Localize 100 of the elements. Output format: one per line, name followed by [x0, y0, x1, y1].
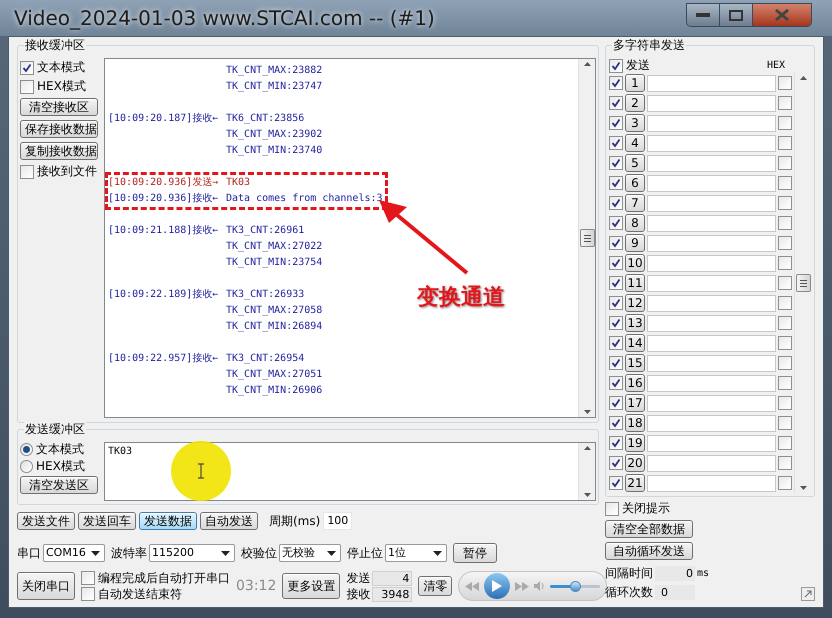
scroll-down-icon[interactable]: [800, 486, 806, 490]
string-field[interactable]: [647, 94, 776, 112]
row-send-button[interactable]: 10: [625, 254, 645, 272]
checkbox[interactable]: [778, 156, 792, 170]
interval-field[interactable]: 0: [655, 566, 695, 580]
scroll-up-icon[interactable]: [800, 76, 806, 80]
checkbox[interactable]: [20, 80, 34, 94]
more-settings-button[interactable]: 更多设置: [282, 573, 340, 599]
string-field[interactable]: [647, 134, 776, 152]
string-field[interactable]: [647, 434, 776, 452]
checkbox[interactable]: [778, 216, 792, 230]
checkbox[interactable]: [778, 356, 792, 370]
checkbox[interactable]: [778, 396, 792, 410]
checkbox[interactable]: [778, 336, 792, 350]
row-send-button[interactable]: 2: [625, 94, 645, 112]
checkbox[interactable]: [609, 336, 623, 350]
scrollbar[interactable]: [578, 59, 595, 417]
clear-counts-button[interactable]: 清零: [418, 576, 452, 596]
send-text-field[interactable]: TK03: [104, 442, 596, 501]
row-send-button[interactable]: 6: [625, 174, 645, 192]
checkbox[interactable]: [609, 476, 623, 490]
send-button[interactable]: 自动发送: [200, 512, 258, 530]
checkbox[interactable]: [778, 136, 792, 150]
checkbox[interactable]: [609, 236, 623, 250]
checkbox[interactable]: [609, 176, 623, 190]
scroll-up-icon[interactable]: [584, 446, 590, 450]
string-field[interactable]: [647, 214, 776, 232]
dropdown[interactable]: 1位: [385, 544, 447, 562]
dropdown[interactable]: 115200: [149, 544, 235, 562]
multi-button[interactable]: 自动循环发送: [605, 542, 693, 560]
row-send-button[interactable]: 7: [625, 194, 645, 212]
checkbox[interactable]: [778, 236, 792, 250]
row-send-button[interactable]: 5: [625, 154, 645, 172]
maximize-button[interactable]: [720, 4, 753, 26]
checkbox[interactable]: [609, 316, 623, 330]
scroll-up-icon[interactable]: [584, 62, 590, 66]
string-field[interactable]: [647, 334, 776, 352]
play-button[interactable]: [484, 573, 510, 599]
scrollbar[interactable]: [794, 73, 811, 493]
row-send-button[interactable]: 3: [625, 114, 645, 132]
checkbox[interactable]: [609, 76, 623, 90]
dropdown[interactable]: COM16: [43, 544, 105, 562]
checkbox[interactable]: [778, 456, 792, 470]
string-field[interactable]: [647, 354, 776, 372]
string-field[interactable]: [647, 394, 776, 412]
checkbox[interactable]: [778, 96, 792, 110]
checkbox[interactable]: [778, 196, 792, 210]
row-send-button[interactable]: 8: [625, 214, 645, 232]
radio-button[interactable]: [20, 443, 33, 456]
send-button[interactable]: 发送数据: [139, 512, 197, 530]
checkbox[interactable]: [81, 587, 95, 601]
receive-button[interactable]: 清空接收区: [20, 98, 98, 116]
checkbox[interactable]: [778, 296, 792, 310]
string-field[interactable]: [647, 254, 776, 272]
checkbox[interactable]: [778, 436, 792, 450]
string-field[interactable]: [647, 174, 776, 192]
checkbox[interactable]: [778, 256, 792, 270]
scroll-down-icon[interactable]: [584, 493, 590, 497]
string-field[interactable]: [647, 274, 776, 292]
radio-button[interactable]: [20, 460, 33, 473]
minimize-button[interactable]: [687, 4, 720, 26]
resize-icon[interactable]: [801, 587, 815, 601]
checkbox[interactable]: [778, 276, 792, 290]
row-send-button[interactable]: 11: [625, 274, 645, 292]
loop-field[interactable]: 0: [655, 584, 695, 600]
row-send-button[interactable]: 15: [625, 354, 645, 372]
send-button[interactable]: 发送回车: [78, 512, 136, 530]
row-send-button[interactable]: 9: [625, 234, 645, 252]
multi-button[interactable]: 清空全部数据: [605, 520, 693, 538]
row-send-button[interactable]: 13: [625, 314, 645, 332]
forward-button[interactable]: [515, 582, 530, 590]
pause-button[interactable]: 暂停: [453, 543, 497, 563]
string-field[interactable]: [647, 454, 776, 472]
checkbox[interactable]: [609, 116, 623, 130]
string-field[interactable]: [647, 474, 776, 492]
string-field[interactable]: [647, 314, 776, 332]
checkbox[interactable]: [609, 376, 623, 390]
checkbox[interactable]: [609, 58, 623, 72]
scroll-down-icon[interactable]: [584, 410, 590, 414]
checkbox[interactable]: [20, 60, 34, 74]
checkbox[interactable]: [609, 256, 623, 270]
checkbox[interactable]: [778, 476, 792, 490]
close-button[interactable]: [753, 4, 811, 26]
period-field[interactable]: 100: [323, 512, 352, 530]
row-send-button[interactable]: 18: [625, 414, 645, 432]
checkbox[interactable]: [609, 296, 623, 310]
string-field[interactable]: [647, 154, 776, 172]
checkbox[interactable]: [778, 376, 792, 390]
checkbox[interactable]: [609, 216, 623, 230]
row-send-button[interactable]: 17: [625, 394, 645, 412]
row-send-button[interactable]: 4: [625, 134, 645, 152]
checkbox[interactable]: [605, 502, 619, 516]
checkbox[interactable]: [609, 416, 623, 430]
string-field[interactable]: [647, 234, 776, 252]
checkbox[interactable]: [609, 136, 623, 150]
volume-icon[interactable]: [534, 581, 546, 591]
scrollbar[interactable]: [578, 443, 595, 500]
checkbox[interactable]: [81, 571, 95, 585]
string-field[interactable]: [647, 414, 776, 432]
checkbox[interactable]: [609, 276, 623, 290]
